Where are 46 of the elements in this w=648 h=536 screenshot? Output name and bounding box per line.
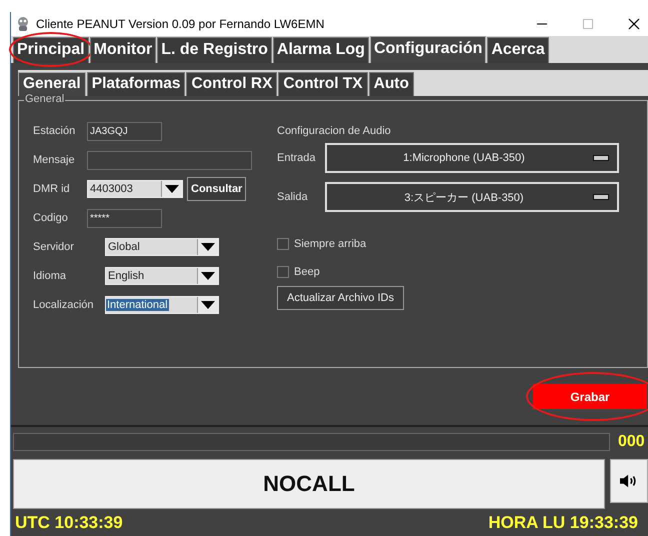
tab[interactable]: Principal	[13, 37, 89, 63]
input-field[interactable]: *****	[87, 208, 162, 228]
update-ids-button[interactable]: Actualizar Archivo IDs	[277, 286, 404, 310]
dropdown[interactable]: English	[105, 267, 219, 285]
lookup-button[interactable]: Consultar	[187, 177, 246, 201]
field-label: Estación	[33, 125, 76, 137]
field-label: DMR id	[33, 183, 71, 195]
local-time: HORA LU 19:33:39	[488, 513, 638, 533]
field-label: Idioma	[33, 270, 68, 282]
callsign-display: NOCALL	[13, 459, 605, 509]
section-heading: Configuracion de Audio	[277, 125, 392, 137]
field-label: Servidor	[33, 241, 75, 253]
window-title: Cliente PEANUT Version 0.09 por Fernando LW6EMN	[36, 17, 326, 31]
peanut-mascot-icon	[15, 16, 31, 32]
checkbox[interactable]	[277, 266, 289, 278]
utc-time: UTC 10:33:39	[15, 513, 123, 533]
tab[interactable]: Acerca	[487, 37, 549, 63]
dropdown[interactable]: Global	[105, 238, 219, 256]
dropdown[interactable]: International	[105, 296, 219, 314]
field-label: Salida	[277, 191, 309, 203]
field-label: Codigo	[33, 212, 69, 224]
tab[interactable]: Plataformas	[86, 72, 186, 96]
checkbox-label: Beep	[294, 266, 320, 278]
field-label: Entrada	[277, 152, 317, 164]
field-label: Localización	[33, 299, 95, 311]
tab[interactable]: L. de Registro	[157, 37, 272, 63]
input-field[interactable]: JA3GQJ	[87, 122, 162, 140]
device-selector[interactable]: 3:スピーカー (UAB-350)	[325, 182, 619, 212]
checkbox[interactable]	[277, 238, 289, 250]
dropdown[interactable]: 4403003	[87, 180, 183, 198]
save-button[interactable]: Grabar	[532, 383, 648, 410]
speaker-button[interactable]	[610, 459, 648, 503]
field-label: Mensaje	[33, 154, 76, 166]
maximize-icon[interactable]	[582, 18, 594, 30]
tab[interactable]: Configuración	[370, 36, 486, 63]
checkbox-label: Siempre arriba	[294, 238, 366, 250]
tab[interactable]: Monitor	[90, 37, 156, 63]
tab[interactable]: Auto	[368, 72, 414, 96]
tab[interactable]: Control RX	[186, 72, 278, 96]
tab[interactable]: Alarma Log	[272, 37, 369, 63]
group-title: General	[24, 93, 66, 105]
device-selector[interactable]: 1:Microphone (UAB-350)	[325, 143, 619, 173]
close-icon[interactable]	[628, 18, 640, 30]
tab[interactable]: Control TX	[278, 72, 368, 96]
counter: 000	[618, 433, 646, 451]
input-field[interactable]	[87, 150, 252, 170]
